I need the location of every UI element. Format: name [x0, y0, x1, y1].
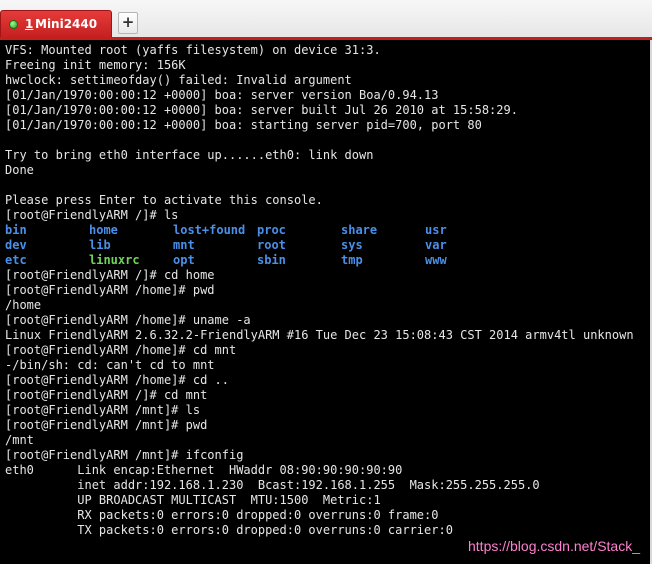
terminal-line: [root@FriendlyARM /mnt]# ls: [5, 403, 201, 417]
ls-entry: proc: [257, 223, 286, 237]
terminal-lines: VFS: Mounted root (yaffs filesystem) on …: [5, 43, 634, 538]
ls-entry: opt: [173, 253, 195, 267]
plus-icon: +: [121, 13, 135, 31]
terminal-line: [root@FriendlyARM /home]# uname -a: [5, 313, 251, 327]
terminal-line: Try to bring eth0 interface up......eth0…: [5, 148, 374, 162]
tab-title: Mini2440: [35, 17, 98, 31]
tab-number: 1: [25, 17, 34, 31]
terminal-line: Linux FriendlyARM 2.6.32.2-FriendlyARM #…: [5, 328, 634, 342]
terminal-line: inet addr:192.168.1.230 Bcast:192.168.1.…: [5, 478, 540, 492]
terminal-line: [root@FriendlyARM /]# cd mnt: [5, 388, 208, 402]
watermark: https://blog.csdn.net/Stack_: [468, 538, 640, 554]
terminal-line: -/bin/sh: cd: can't cd to mnt: [5, 358, 215, 372]
ls-entry: share: [341, 223, 378, 237]
terminal-line: VFS: Mounted root (yaffs filesystem) on …: [5, 43, 381, 57]
terminal-line: /home: [5, 298, 42, 312]
ls-entry: usr: [425, 223, 447, 237]
tab-bar: 1 Mini2440 +: [0, 0, 652, 39]
terminal-line: [root@FriendlyARM /]# cd home: [5, 268, 215, 282]
ls-entry: tmp: [341, 253, 363, 267]
terminal-line: hwclock: settimeofday() failed: Invalid …: [5, 73, 352, 87]
ls-entry: www: [425, 253, 447, 267]
ls-output-row: bin home lost+found proc share usr: [5, 223, 634, 238]
connection-status-icon: [9, 20, 18, 29]
terminal-line: RX packets:0 errors:0 dropped:0 overruns…: [5, 508, 439, 522]
ls-entry: lost+found: [173, 223, 246, 237]
terminal-line: eth0 Link encap:Ethernet HWaddr 08:90:90…: [5, 463, 403, 477]
ls-output-row: etc linuxrc opt sbin tmp www: [5, 253, 634, 268]
ls-entry: sys: [341, 238, 363, 252]
terminal-line: [root@FriendlyARM /home]# cd mnt: [5, 343, 237, 357]
terminal-line: Freeing init memory: 156K: [5, 58, 186, 72]
new-tab-button[interactable]: +: [118, 12, 138, 34]
ls-entry: lib: [89, 238, 111, 252]
ls-entry: etc: [5, 253, 27, 267]
terminal-line: [root@FriendlyARM /home]# cd ..: [5, 373, 229, 387]
ls-entry: mnt: [173, 238, 195, 252]
ls-entry: bin: [5, 223, 27, 237]
ls-entry: root: [257, 238, 286, 252]
terminal-line: [root@FriendlyARM /home]# pwd: [5, 283, 215, 297]
terminal-line: [01/Jan/1970:00:00:12 +0000] boa: server…: [5, 88, 439, 102]
terminal-output[interactable]: VFS: Mounted root (yaffs filesystem) on …: [0, 40, 652, 564]
terminal-line: [root@FriendlyARM /mnt]# ifconfig: [5, 448, 244, 462]
terminal-line: /mnt: [5, 433, 34, 447]
ls-entry: var: [425, 238, 447, 252]
terminal-line: [01/Jan/1970:00:00:12 +0000] boa: starti…: [5, 118, 482, 132]
terminal-line: [root@FriendlyARM /]# ls: [5, 208, 179, 222]
terminal-line: [01/Jan/1970:00:00:12 +0000] boa: server…: [5, 103, 518, 117]
ls-entry: sbin: [257, 253, 286, 267]
terminal-line: Done: [5, 163, 34, 177]
terminal-window: 1 Mini2440 + VFS: Mounted root (yaffs fi…: [0, 0, 652, 564]
terminal-line: Please press Enter to activate this cons…: [5, 193, 323, 207]
ls-entry: dev: [5, 238, 27, 252]
terminal-line: UP BROADCAST MULTICAST MTU:1500 Metric:1: [5, 493, 381, 507]
terminal-line: [root@FriendlyARM /mnt]# pwd: [5, 418, 208, 432]
ls-entry: linuxrc: [89, 253, 140, 267]
ls-entry: home: [89, 223, 118, 237]
terminal-line: TX packets:0 errors:0 dropped:0 overruns…: [5, 523, 453, 537]
tab-mini2440[interactable]: 1 Mini2440: [0, 10, 112, 38]
ls-output-row: dev lib mnt root sys var: [5, 238, 634, 253]
